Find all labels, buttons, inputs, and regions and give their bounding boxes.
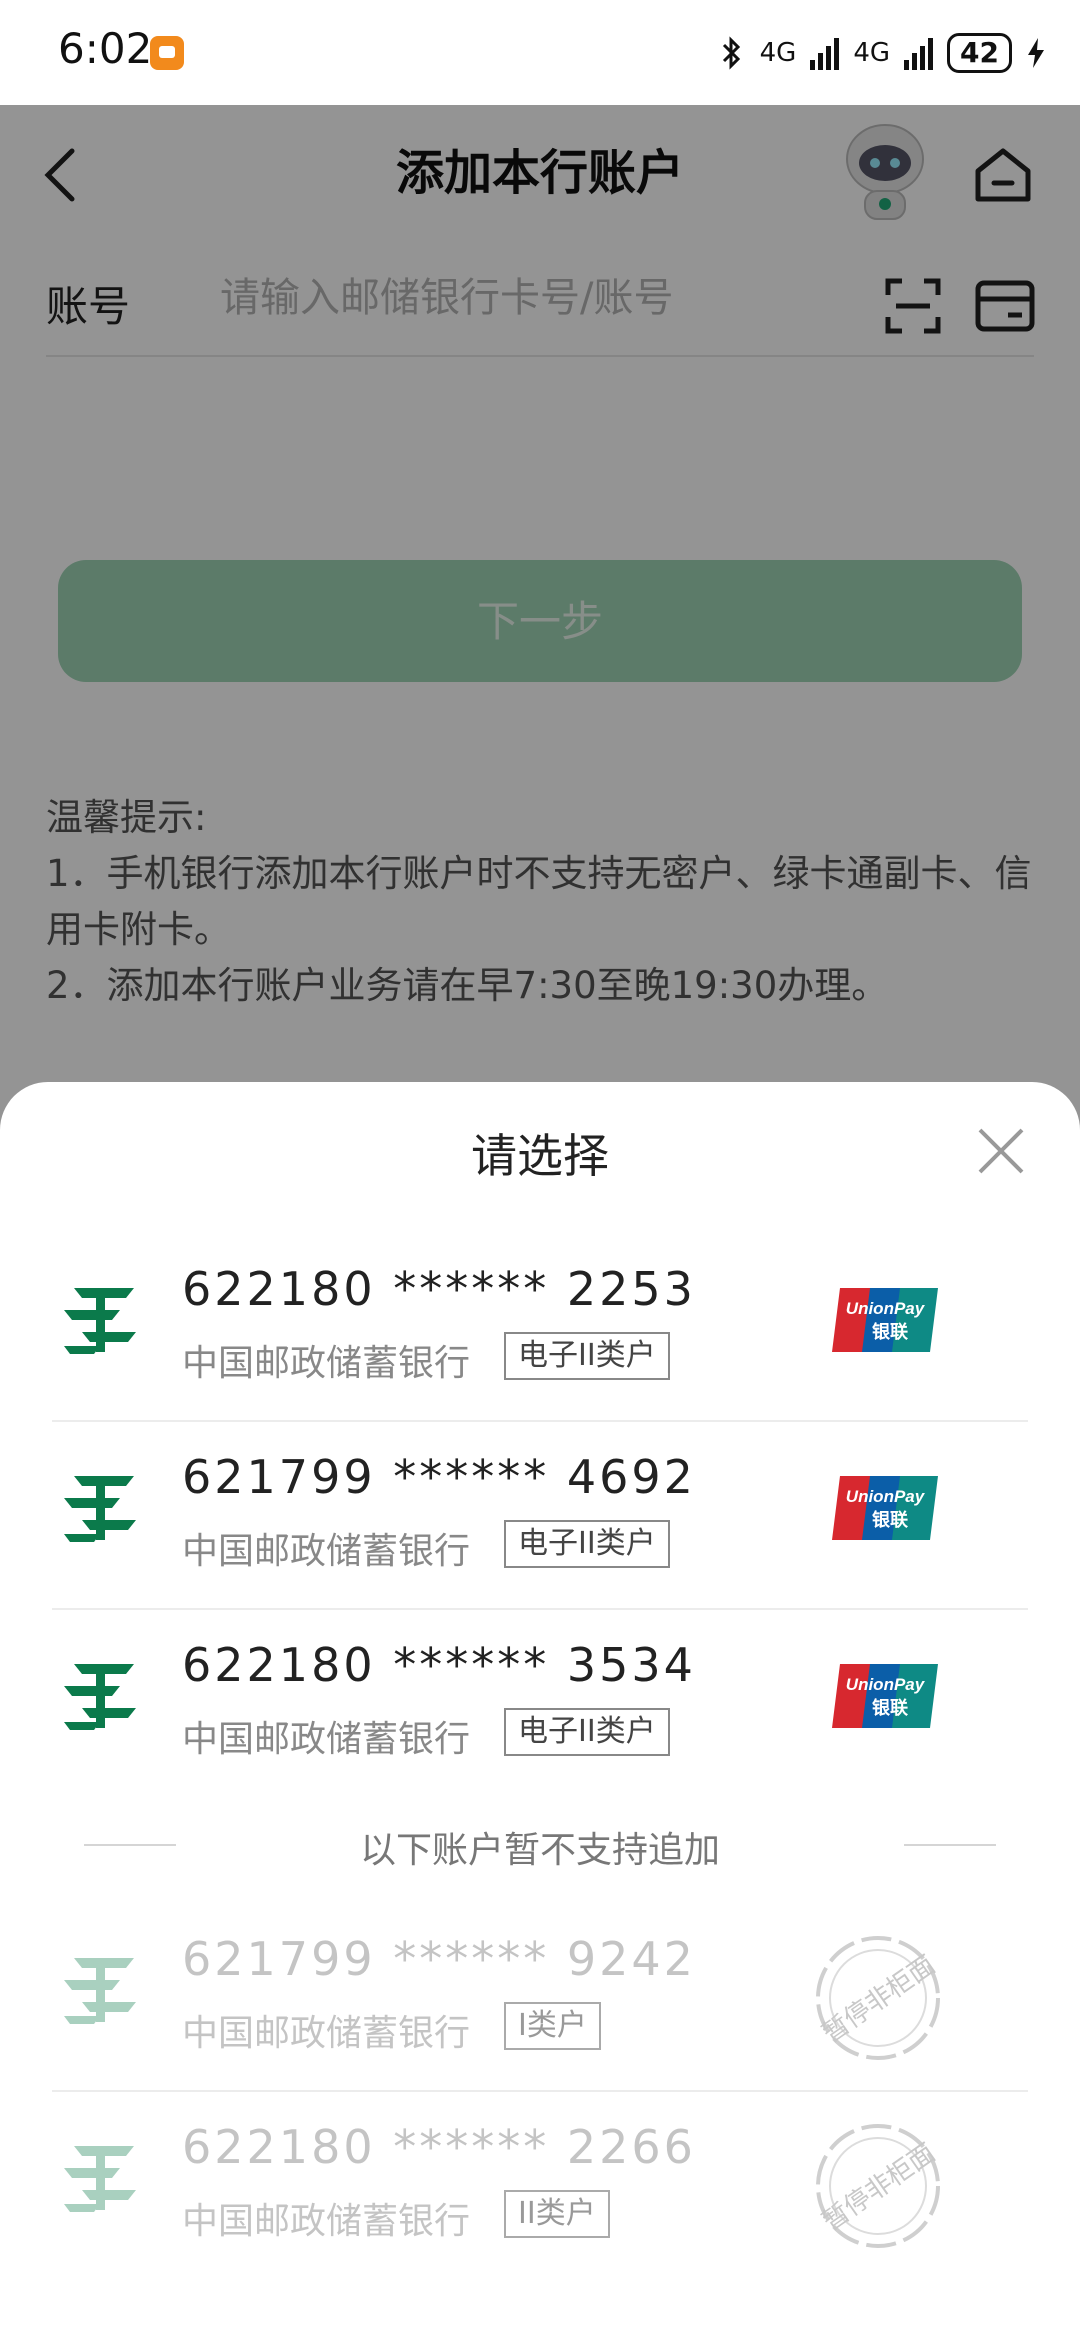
account-type-badge: I类户 bbox=[504, 2002, 601, 2050]
unionpay-logo-icon: UnionPay 银联 bbox=[832, 1476, 938, 1540]
charging-icon bbox=[1028, 38, 1044, 68]
network-label-2: 4G bbox=[853, 38, 891, 68]
close-icon[interactable] bbox=[976, 1126, 1026, 1176]
signal-1-icon bbox=[810, 36, 840, 70]
svg-text:银联: 银联 bbox=[872, 1697, 908, 1719]
bank-name: 中国邮政储蓄银行 bbox=[182, 1719, 471, 1760]
divider-line-right bbox=[904, 1844, 996, 1846]
status-time: 6:02 bbox=[58, 24, 153, 73]
stamp-text: 暂停非柜面 bbox=[817, 2138, 941, 2237]
unsupported-account: 622180 ****** 2266 中国邮政储蓄银行 II类户 暂停非柜面 bbox=[52, 2090, 1028, 2278]
suspended-stamp: 暂停非柜面 bbox=[816, 1936, 941, 2060]
account-type-badge: II类户 bbox=[504, 2190, 610, 2238]
psbc-logo-icon bbox=[64, 1288, 136, 1354]
unsupported-divider-text: 以下账户暂不支持追加 bbox=[359, 1830, 720, 1871]
status-indicators: 4G 4G 42 bbox=[718, 28, 1046, 78]
svg-text:UnionPay: UnionPay bbox=[846, 1299, 926, 1318]
account-number: 622180 ****** 2253 bbox=[182, 1262, 696, 1316]
account-type-badge: 电子II类户 bbox=[504, 1520, 670, 1568]
psbc-logo-icon bbox=[64, 1958, 136, 2024]
unionpay-logo-icon: UnionPay 银联 bbox=[832, 1288, 938, 1352]
svg-text:UnionPay: UnionPay bbox=[846, 1487, 926, 1506]
account-type-badge: 电子II类户 bbox=[504, 1708, 670, 1756]
bank-name: 中国邮政储蓄银行 bbox=[182, 2201, 471, 2242]
account-option[interactable]: 621799 ****** 4692 中国邮政储蓄银行 电子II类户 Union… bbox=[52, 1420, 1028, 1610]
unsupported-divider: 以下账户暂不支持追加 bbox=[84, 1815, 996, 1875]
svg-text:UnionPay: UnionPay bbox=[846, 1675, 926, 1694]
unsupported-account: 621799 ****** 9242 中国邮政储蓄银行 I类户 暂停非柜面 bbox=[52, 1902, 1028, 2092]
unionpay-logo-icon: UnionPay 银联 bbox=[832, 1664, 938, 1728]
psbc-logo-icon bbox=[64, 1476, 136, 1542]
bank-name: 中国邮政储蓄银行 bbox=[182, 1343, 471, 1384]
account-number: 621799 ****** 9242 bbox=[182, 1932, 696, 1986]
account-number: 622180 ****** 3534 bbox=[182, 1638, 696, 1692]
bank-name: 中国邮政储蓄银行 bbox=[182, 2013, 471, 2054]
account-select-sheet: 请选择 622180 ****** 2253 中国邮政储蓄银行 电子II类户 U… bbox=[0, 1082, 1080, 2340]
signal-2-icon bbox=[904, 36, 934, 70]
account-type-badge: 电子II类户 bbox=[504, 1332, 670, 1380]
network-label-1: 4G bbox=[759, 38, 797, 68]
battery-indicator: 42 bbox=[947, 33, 1012, 73]
account-option[interactable]: 622180 ****** 2253 中国邮政储蓄银行 电子II类户 Union… bbox=[52, 1232, 1028, 1422]
svg-text:银联: 银联 bbox=[872, 1321, 908, 1343]
bluetooth-icon bbox=[722, 36, 740, 70]
psbc-logo-icon bbox=[64, 1664, 136, 1730]
notification-app-icon bbox=[150, 36, 184, 70]
account-number: 621799 ****** 4692 bbox=[182, 1450, 696, 1504]
account-number: 622180 ****** 2266 bbox=[182, 2120, 696, 2174]
svg-text:银联: 银联 bbox=[872, 1509, 908, 1531]
bank-name: 中国邮政储蓄银行 bbox=[182, 1531, 471, 1572]
sheet-title: 请选择 bbox=[471, 1129, 609, 1183]
status-bar: 6:02 4G 4G 42 bbox=[0, 0, 1080, 105]
account-option[interactable]: 622180 ****** 3534 中国邮政储蓄银行 电子II类户 Union… bbox=[52, 1608, 1028, 1796]
psbc-logo-icon bbox=[64, 2146, 136, 2212]
stamp-text: 暂停非柜面 bbox=[817, 1950, 941, 2049]
suspended-stamp: 暂停非柜面 bbox=[816, 2124, 941, 2248]
